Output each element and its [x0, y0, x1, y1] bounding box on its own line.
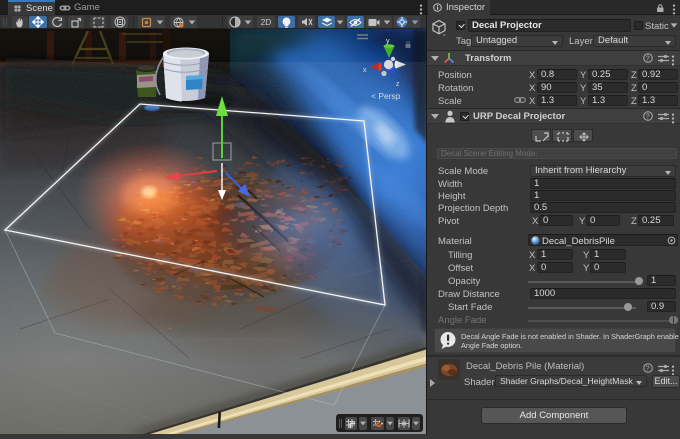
svg-text:?: ?: [646, 114, 650, 121]
svg-text:y: y: [386, 38, 390, 45]
svg-text:z: z: [396, 81, 400, 88]
svg-text:x: x: [363, 67, 367, 74]
svg-text:< Persp: < Persp: [371, 91, 401, 101]
svg-text:?: ?: [646, 366, 650, 373]
svg-text:?: ?: [646, 56, 650, 63]
